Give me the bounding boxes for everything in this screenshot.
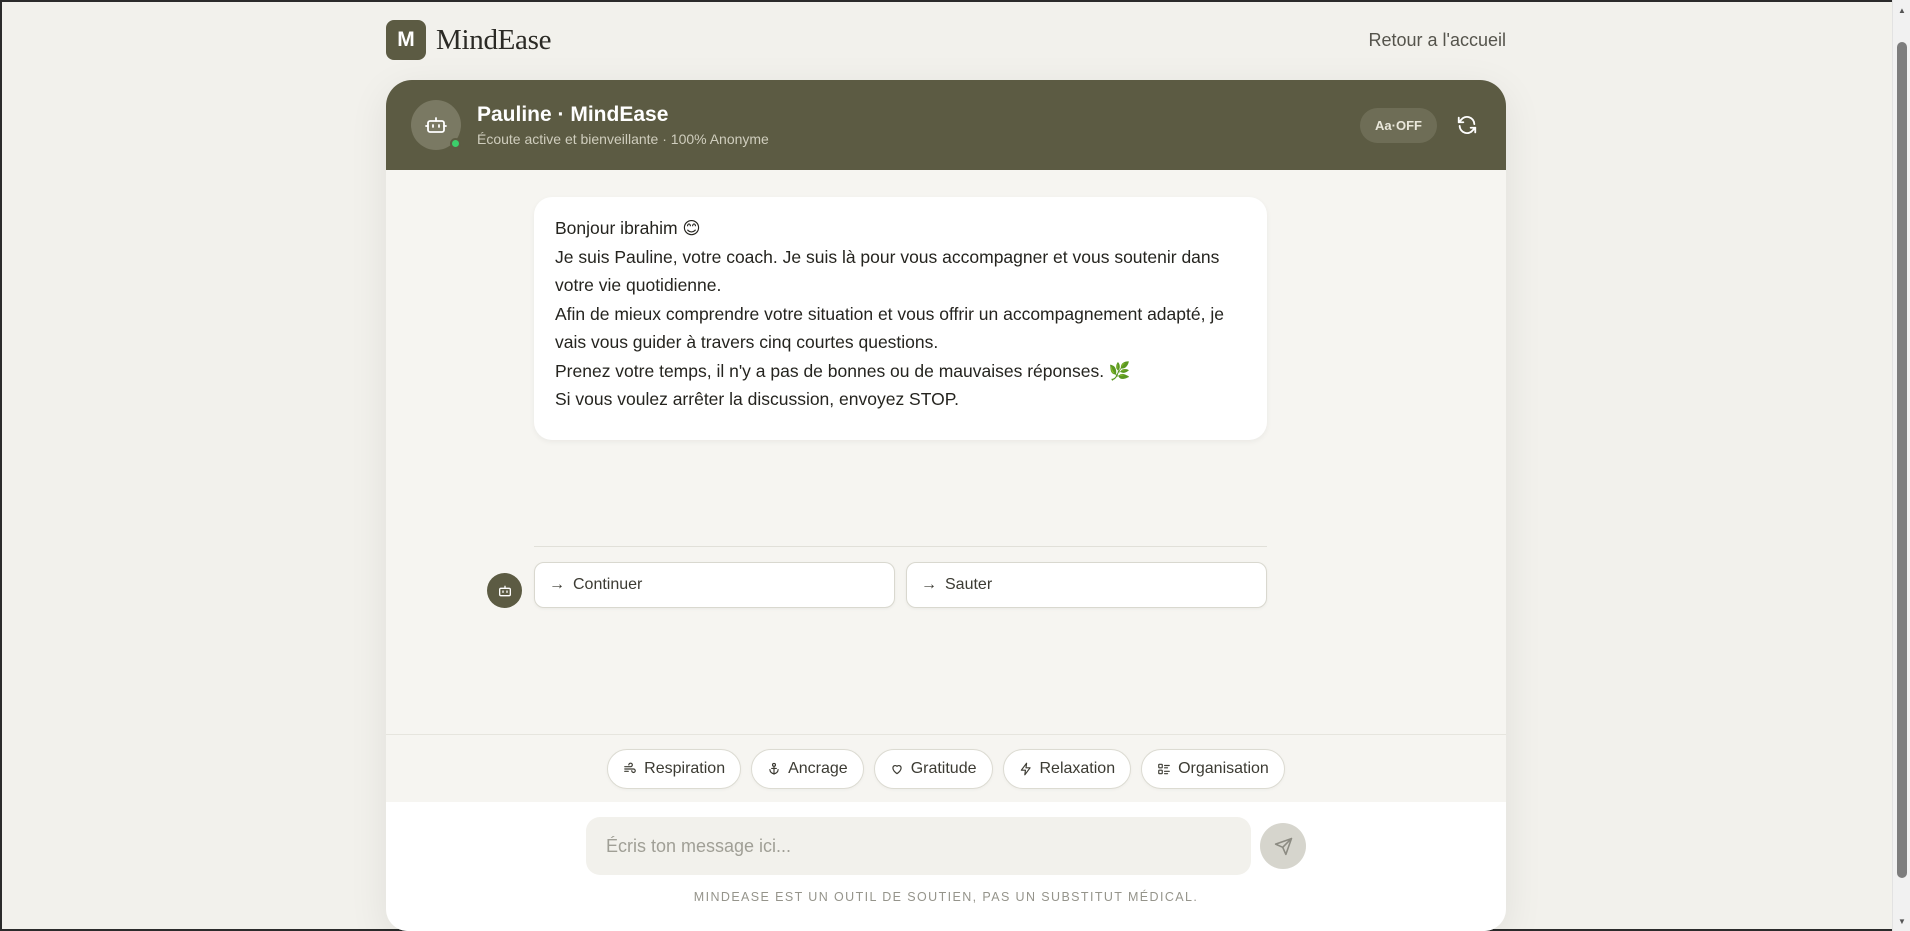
medical-disclaimer: MINDEASE EST UN OUTIL DE SOUTIEN, PAS UN… [693, 890, 1199, 904]
online-status-dot [450, 138, 461, 149]
chip-gratitude[interactable]: Gratitude [873, 748, 993, 789]
coach-avatar [411, 100, 461, 150]
bot-mini-avatar [487, 573, 522, 608]
header-actions: Aa·OFF [1360, 107, 1481, 143]
brand-logo: M [386, 20, 426, 60]
bot-icon [498, 585, 511, 596]
arrow-right-icon: → [549, 576, 565, 593]
wind-icon [624, 762, 636, 773]
skip-button[interactable]: → Sauter [906, 562, 1267, 608]
page-scrollbar[interactable]: ▲ ▼ [1892, 0, 1910, 931]
chip-ancrage[interactable]: Ancrage [751, 748, 864, 789]
font-size-toggle[interactable]: Aa·OFF [1360, 107, 1437, 143]
bolt-icon [1020, 762, 1031, 775]
scroll-down-arrow-icon[interactable]: ▼ [1893, 913, 1910, 929]
choice-label: Sauter [945, 576, 993, 593]
divider [534, 546, 1267, 547]
message-line: Bonjour ibrahim 😊 [555, 218, 701, 238]
chat-card: Pauline · MindEase Écoute active et bien… [386, 80, 1506, 931]
chat-title: Pauline · MindEase [477, 103, 669, 126]
chat-messages: Bonjour ibrahim 😊 Je suis Pauline, votre… [386, 170, 1506, 734]
continue-button[interactable]: → Continuer [534, 562, 895, 608]
refresh-button[interactable] [1453, 111, 1481, 139]
quick-exercises-bar: Respiration Ancrage Gratitude Relaxation [386, 734, 1506, 802]
anchor-icon [769, 762, 779, 775]
chat-header: Pauline · MindEase Écoute active et bien… [386, 80, 1506, 170]
message-line: Si vous voulez arrêter la discussion, en… [555, 389, 959, 409]
message-input[interactable] [586, 817, 1251, 875]
header-text: Pauline · MindEase Écoute active et bien… [477, 103, 769, 147]
send-icon [1274, 837, 1292, 855]
brand-name: MindEase [436, 23, 552, 56]
chip-label: Gratitude [910, 759, 977, 777]
chip-label: Organisation [1178, 759, 1269, 777]
chip-organisation[interactable]: Organisation [1141, 748, 1285, 789]
chat-subtitle: Écoute active et bienveillante · 100% An… [477, 131, 769, 147]
list-icon [1158, 763, 1170, 774]
send-button[interactable] [1260, 823, 1306, 869]
choice-label: Continuer [573, 576, 643, 593]
top-navigation: M MindEase Retour a l'accueil [386, 19, 1506, 61]
coach-message-bubble: Bonjour ibrahim 😊 Je suis Pauline, votre… [534, 197, 1267, 440]
chip-label: Relaxation [1039, 759, 1116, 777]
heart-icon [892, 764, 902, 774]
chip-relaxation[interactable]: Relaxation [1002, 748, 1132, 789]
refresh-icon [1457, 116, 1477, 134]
chip-label: Ancrage [788, 759, 848, 777]
back-home-link[interactable]: Retour a l'accueil [1368, 30, 1506, 51]
chip-label: Respiration [644, 759, 726, 777]
chip-respiration[interactable]: Respiration [607, 748, 742, 789]
arrow-right-icon: → [921, 576, 937, 593]
brand[interactable]: M MindEase [386, 20, 551, 60]
scroll-up-arrow-icon[interactable]: ▲ [1893, 2, 1910, 18]
message-line: Afin de mieux comprendre votre situation… [555, 303, 1229, 353]
message-line: Prenez votre temps, il n'y a pas de bonn… [555, 360, 1131, 381]
message-line: Je suis Pauline, votre coach. Je suis là… [555, 246, 1225, 296]
composer: MINDEASE EST UN OUTIL DE SOUTIEN, PAS UN… [386, 802, 1506, 931]
scroll-thumb[interactable] [1897, 42, 1907, 878]
